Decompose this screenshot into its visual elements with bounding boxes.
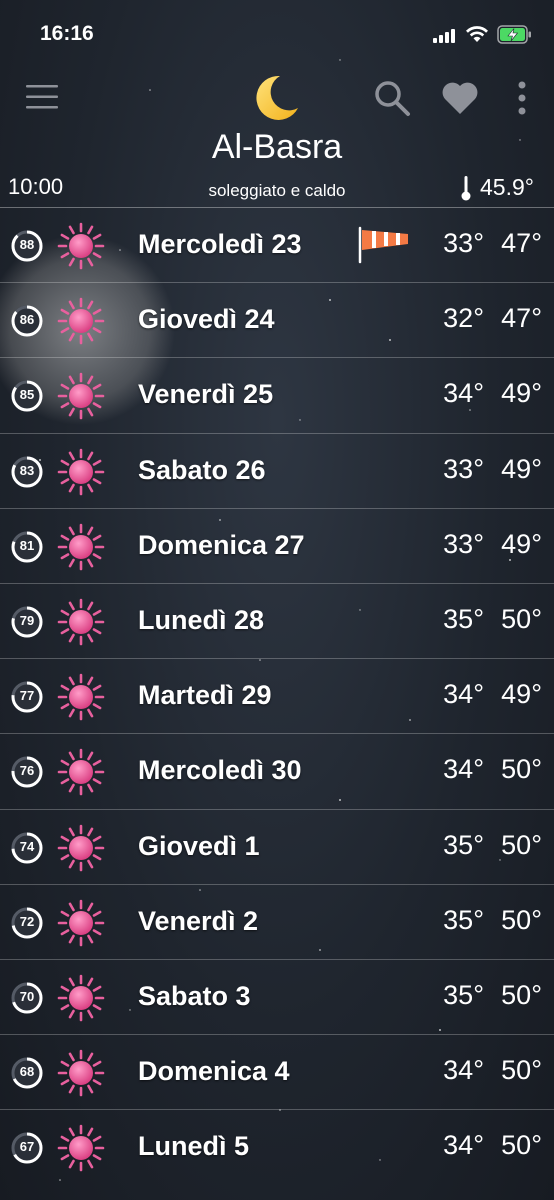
menu-icon[interactable]: [24, 82, 60, 112]
max-temperature: 49°: [501, 528, 542, 559]
forecast-row[interactable]: 79 Lunedì 28 35° 50°: [0, 584, 554, 660]
forecast-day: Lunedì 28: [138, 604, 265, 635]
forecast-row[interactable]: 70 Sabato 3 35° 50°: [0, 960, 554, 1036]
forecast-day: Martedì 29: [138, 680, 272, 711]
sun-icon: [57, 673, 105, 721]
forecast-day: Giovedì 1: [138, 830, 260, 861]
forecast-list: 88 Mercoledì 23 33° 47° 86 Giovedì 24 32° 47° 8…: [0, 208, 554, 1185]
max-temperature: 49°: [501, 378, 542, 409]
windsock-icon: [358, 226, 408, 264]
sun-icon: [57, 222, 105, 270]
forecast-row[interactable]: 83 Sabato 26 33° 49°: [0, 434, 554, 509]
moon-index-value: 70: [19, 988, 35, 1004]
forecast-day: Venerdì 2: [138, 905, 259, 936]
moon-index-value: 74: [19, 838, 35, 854]
moon-index-value: 77: [19, 688, 35, 704]
forecast-day: Sabato 26: [138, 454, 266, 485]
max-temperature: 49°: [501, 453, 542, 484]
max-temperature: 50°: [501, 979, 542, 1010]
moon-index-value: 72: [19, 913, 35, 929]
cellular-signal-icon: [433, 29, 455, 43]
moon-icon: [256, 75, 298, 120]
forecast-day: Domenica 27: [138, 529, 305, 560]
sun-icon: [57, 373, 105, 420]
sun-icon: [57, 899, 105, 946]
forecast-row[interactable]: 88 Mercoledì 23 33° 47°: [0, 208, 554, 284]
forecast-row[interactable]: 76 Mercoledì 30 34° 50°: [0, 734, 554, 810]
forecast-day: Mercoledì 30: [138, 755, 302, 786]
forecast-day: Giovedì 24: [138, 304, 275, 335]
max-temperature: 50°: [501, 904, 542, 935]
forecast-row[interactable]: 77 Martedì 29 34° 49°: [0, 659, 554, 735]
max-temperature: 50°: [501, 1055, 542, 1086]
forecast-row[interactable]: 72 Venerdì 2 35° 50°: [0, 885, 554, 960]
forecast-row[interactable]: 86 Giovedì 24 32° 47°: [0, 283, 554, 359]
battery-charging-icon: [497, 25, 531, 44]
sun-icon: [57, 1124, 105, 1172]
moon-index-value: 67: [19, 1139, 35, 1155]
heart-icon[interactable]: [440, 80, 480, 116]
forecast-day: Venerdì 25: [138, 379, 274, 410]
moon-index-value: 76: [19, 763, 35, 779]
max-temperature: 50°: [501, 603, 542, 634]
forecast-day: Sabato 3: [138, 980, 251, 1011]
moon-index-value: 86: [19, 312, 35, 328]
forecast-day: Mercoledì 23: [138, 229, 302, 259]
forecast-day: Lunedì 5: [138, 1131, 250, 1162]
moon-index-value: 79: [19, 612, 35, 628]
moon-index-value: 81: [19, 537, 35, 553]
max-temperature: 50°: [501, 1130, 542, 1161]
forecast-row[interactable]: 67 Lunedì 5 34° 50°: [0, 1110, 554, 1185]
max-temperature: 47°: [501, 228, 542, 258]
max-temperature: 47°: [501, 303, 542, 334]
moon-index-value: 85: [19, 387, 35, 403]
forecast-row[interactable]: 68 Domenica 4 34° 50°: [0, 1035, 554, 1111]
city-title[interactable]: Al-Basra: [0, 128, 554, 167]
thermometer-icon: [461, 176, 471, 201]
sun-icon: [57, 1049, 105, 1097]
sun-icon: [57, 523, 105, 571]
forecast-row[interactable]: 81 Domenica 27 33° 49°: [0, 509, 554, 584]
forecast-row[interactable]: 74 Giovedì 1 35° 50°: [0, 810, 554, 885]
status-bar: 16:16: [0, 0, 554, 68]
moon-index-value: 88: [19, 237, 35, 252]
sun-icon: [57, 598, 105, 646]
current-temperature: 45.9°: [480, 174, 534, 200]
forecast-row[interactable]: 85 Venerdì 25 34° 49°: [0, 358, 554, 434]
sun-icon: [57, 974, 105, 1022]
sun-icon: [57, 824, 105, 871]
status-time: 16:16: [40, 22, 94, 45]
sun-icon: [57, 749, 105, 796]
forecast-day: Domenica 4: [138, 1056, 290, 1087]
moon-index-value: 68: [19, 1064, 35, 1080]
wifi-icon: [466, 26, 488, 42]
sun-icon: [57, 297, 105, 345]
sun-icon: [57, 448, 105, 495]
search-icon[interactable]: [372, 78, 412, 118]
more-options-icon[interactable]: [510, 79, 534, 117]
max-temperature: 49°: [501, 679, 542, 710]
moon-index-value: 83: [19, 462, 35, 478]
max-temperature: 50°: [501, 829, 542, 860]
max-temperature: 50°: [501, 754, 542, 785]
